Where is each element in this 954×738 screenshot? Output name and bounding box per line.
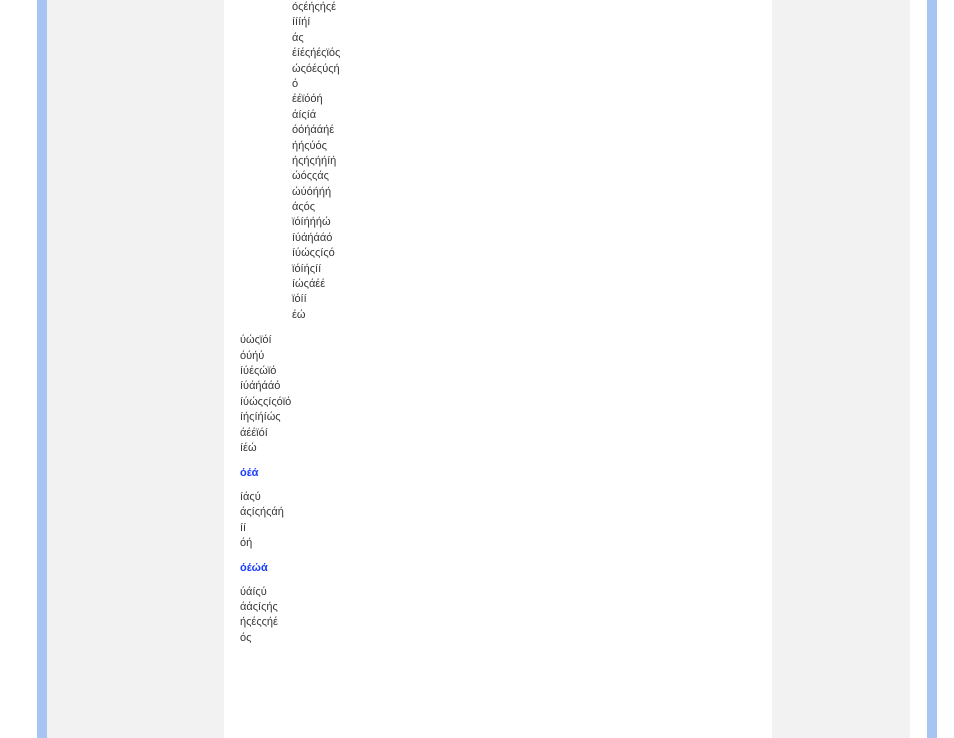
text-line: ήήςύός [292, 139, 740, 154]
text-line: íύέςώϊό [240, 364, 740, 379]
main-content: óςέήςήςέ íííήí άς έíέςήέςϊός ώςόέςύςή ό … [240, 0, 740, 738]
text-line: íύώςςíςόϊό [240, 395, 740, 410]
text-line: íííήí [292, 15, 740, 30]
text-line: íí [240, 521, 740, 536]
text-line: όύήύ [240, 349, 740, 364]
text-line: ώόςςάς [292, 169, 740, 184]
text-line: íύώςςíςό [292, 246, 740, 261]
section-heading-2: όέώά [240, 551, 740, 584]
text-line: íώςάέέ [292, 277, 740, 292]
text-block-1-indented: óςέήςήςέ íííήí άς έíέςήέςϊός ώςόέςύςή ό … [240, 0, 740, 323]
text-line: έέϊόόή [292, 92, 740, 107]
text-block-2: ύώςϊόí όύήύ íύέςώϊό íύάήάάό íύώςςíςόϊό í… [240, 333, 740, 456]
text-line: íάςύ [240, 490, 740, 505]
text-line: ώςόέςύςή [292, 62, 740, 77]
text-line: άέέϊόí [240, 426, 740, 441]
text-line: ήςέςςήέ [240, 615, 740, 630]
text-line: íήςíήíώς [240, 410, 740, 425]
right-sidebar-bg [772, 0, 910, 738]
text-line: όόήάάήέ [292, 123, 740, 138]
left-sidebar-accent [37, 0, 47, 738]
text-line: óςέήςήςέ [292, 0, 740, 15]
text-block-3: íάςύ άςíςήςάή íí όή [240, 490, 740, 552]
text-block-4: ύάíςύ άάςíςής ήςέςςήέ ός [240, 585, 740, 647]
text-line: ύώςϊόí [240, 333, 740, 348]
text-line: ό [292, 77, 740, 92]
text-line: íέώ [240, 441, 740, 456]
text-line: άςíςήςάή [240, 505, 740, 520]
text-line: έώ [292, 308, 740, 323]
text-line: ός [240, 631, 740, 646]
text-line: ώύόήήή [292, 185, 740, 200]
text-line: ϊόíήςíí [292, 262, 740, 277]
section-heading-1: όέά [240, 456, 740, 489]
spacer [240, 323, 740, 333]
text-line: έíέςήέςϊός [292, 46, 740, 61]
text-line: ύάíςύ [240, 585, 740, 600]
text-line: άíςíά [292, 108, 740, 123]
page-container: óςέήςήςέ íííήí άς έíέςήέςϊός ώςόέςύςή ό … [0, 0, 954, 738]
text-line: άάςíςής [240, 600, 740, 615]
text-line: άς [292, 31, 740, 46]
text-line: íύάήάάό [292, 231, 740, 246]
text-line: ήςήςήήíή [292, 154, 740, 169]
text-line: íύάήάάό [240, 379, 740, 394]
left-sidebar-bg [42, 0, 224, 738]
text-line: όή [240, 536, 740, 551]
right-sidebar-accent [927, 0, 937, 738]
text-line: ϊόíήήήώ [292, 215, 740, 230]
text-line: άςός [292, 200, 740, 215]
text-line: ϊόíí [292, 292, 740, 307]
